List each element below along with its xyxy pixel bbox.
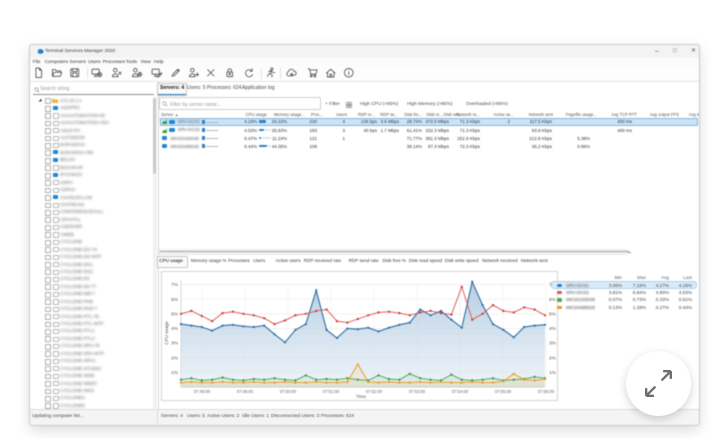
svg-text:07:49:00: 07:49:00 [237,389,254,394]
svg-text:6%: 6% [549,297,556,303]
svg-text:3%: 3% [549,341,556,347]
svg-text:5%: 5% [171,311,179,317]
svg-text:1%: 1% [171,370,179,376]
svg-text:4%: 4% [549,326,556,332]
svg-text:3%: 3% [171,341,179,347]
svg-text:07:56:00: 07:56:00 [538,389,555,394]
svg-text:1%: 1% [549,370,556,376]
svg-text:2%: 2% [171,355,179,361]
svg-text:07:48:00: 07:48:00 [194,389,211,394]
svg-text:4%: 4% [171,326,179,332]
svg-text:07:50:00: 07:50:00 [280,389,297,394]
svg-text:7%: 7% [171,282,179,288]
svg-text:2%: 2% [549,355,556,361]
svg-text:07:55:00: 07:55:00 [495,389,512,394]
svg-text:6%: 6% [171,297,179,303]
svg-text:5%: 5% [549,311,556,317]
svg-text:CPU usage: CPU usage [164,321,169,345]
svg-text:07:53:00: 07:53:00 [409,389,426,394]
svg-text:Time: Time [356,394,366,399]
svg-text:07:51:00: 07:51:00 [323,389,340,394]
svg-text:07:52:00: 07:52:00 [366,389,383,394]
svg-text:07:54:00: 07:54:00 [452,389,469,394]
